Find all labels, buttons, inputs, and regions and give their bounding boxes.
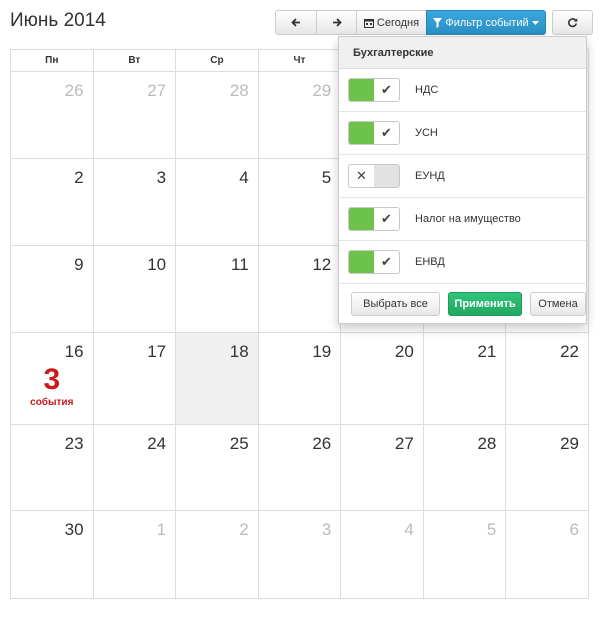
event-count: 3 [43,363,61,396]
toggle-switch-on[interactable]: ✔ [348,207,400,231]
day-cell[interactable]: 30 [10,510,94,599]
cross-icon: ✕ [356,168,367,183]
toggle-off-indicator [374,165,399,187]
calendar-toolbar: Сегодня Фильтр событий [275,10,593,35]
today-cell[interactable]: 18 [175,332,259,425]
day-cell[interactable]: 26 [257,424,342,511]
day-cell[interactable]: 2 [10,158,94,246]
day-cell[interactable]: 29 [505,424,589,511]
refresh-icon [567,17,578,28]
day-cell-with-events[interactable]: 16 3 события [10,332,94,425]
day-number: 16 [64,342,84,361]
filter-option-label: НДС [415,84,439,96]
prev-month-button[interactable] [275,10,317,35]
day-cell[interactable]: 4 [175,158,259,246]
check-icon: ✔ [381,82,392,97]
filter-option: ✔ ЕНВД [339,241,586,284]
select-all-button[interactable]: Выбрать все [351,292,440,316]
weekday-tue: Вт [92,49,177,72]
caret-down-icon [531,20,539,25]
week-row: 16 3 события 17 18 19 20 21 22 [10,332,589,425]
day-cell[interactable]: 11 [175,245,259,333]
day-cell[interactable]: 3 [92,158,177,246]
toggle-switch-on[interactable]: ✔ [348,250,400,274]
day-cell[interactable]: 3 [257,510,342,599]
day-cell[interactable]: 22 [505,332,589,425]
toggle-switch-off[interactable]: ✕ [348,164,400,188]
weekday-mon: Пн [10,49,94,72]
today-label: Сегодня [376,16,420,29]
calendar-icon [363,18,374,28]
filter-label: Фильтр событий [445,16,529,29]
next-month-button[interactable] [316,10,357,35]
day-cell[interactable]: 2 [175,510,259,599]
filter-option: ✔ НДС [339,69,586,112]
toggle-switch-on[interactable]: ✔ [348,121,400,145]
day-cell[interactable]: 19 [257,332,342,425]
day-cell[interactable]: 23 [10,424,94,511]
event-filter-dropdown: Бухгалтерские ✔ НДС ✔ УСН ✕ ЕУНД ✔ Налог… [338,36,587,324]
today-button[interactable]: Сегодня [356,10,427,35]
day-cell[interactable]: 29 [257,71,342,159]
week-row: 23 24 25 26 27 28 29 [10,424,589,511]
day-cell[interactable]: 27 [340,424,424,511]
cancel-button[interactable]: Отмена [530,292,586,316]
filter-option-label: ЕНВД [415,256,445,268]
arrow-right-icon [332,18,342,27]
week-row: 30 1 2 3 4 5 6 [10,510,589,599]
day-cell[interactable]: 1 [92,510,177,599]
filter-option-label: ЕУНД [415,170,445,182]
day-cell[interactable]: 25 [175,424,259,511]
filter-actions: Выбрать все Применить Отмена [339,284,586,316]
day-cell[interactable]: 24 [92,424,177,511]
day-cell[interactable]: 6 [505,510,589,599]
filter-icon [433,17,443,28]
filter-option-label: УСН [415,127,438,139]
refresh-button[interactable] [552,10,593,35]
day-cell[interactable]: 26 [10,71,94,159]
day-cell[interactable]: 5 [257,158,342,246]
day-cell[interactable]: 20 [340,332,424,425]
day-cell[interactable]: 4 [340,510,424,599]
filter-events-button[interactable]: Фильтр событий [426,10,546,35]
day-cell[interactable]: 17 [92,332,177,425]
weekday-thu: Чт [257,49,342,72]
event-summary[interactable]: 3 события [11,363,93,409]
filter-group-heading: Бухгалтерские [339,37,586,69]
day-cell[interactable]: 28 [175,71,259,159]
check-icon: ✔ [381,254,392,269]
day-cell[interactable]: 12 [257,245,342,333]
toggle-on-indicator [349,208,374,230]
day-cell[interactable]: 10 [92,245,177,333]
toggle-on-indicator [349,251,374,273]
filter-option: ✕ ЕУНД [339,155,586,198]
toggle-on-indicator [349,79,374,101]
day-cell[interactable]: 9 [10,245,94,333]
weekday-wed: Ср [175,49,259,72]
check-icon: ✔ [381,211,392,226]
page-title: Июнь 2014 [10,10,106,31]
apply-button[interactable]: Применить [448,292,522,316]
filter-option-label: Налог на имущество [415,213,521,225]
day-cell[interactable]: 5 [422,510,507,599]
event-count-label: события [30,397,74,408]
arrow-left-icon [291,18,301,27]
day-cell[interactable]: 28 [422,424,507,511]
day-cell[interactable]: 21 [422,332,507,425]
toggle-switch-on[interactable]: ✔ [348,78,400,102]
check-icon: ✔ [381,125,392,140]
filter-option: ✔ Налог на имущество [339,198,586,241]
day-cell[interactable]: 27 [92,71,177,159]
toggle-on-indicator [349,122,374,144]
filter-option: ✔ УСН [339,112,586,155]
